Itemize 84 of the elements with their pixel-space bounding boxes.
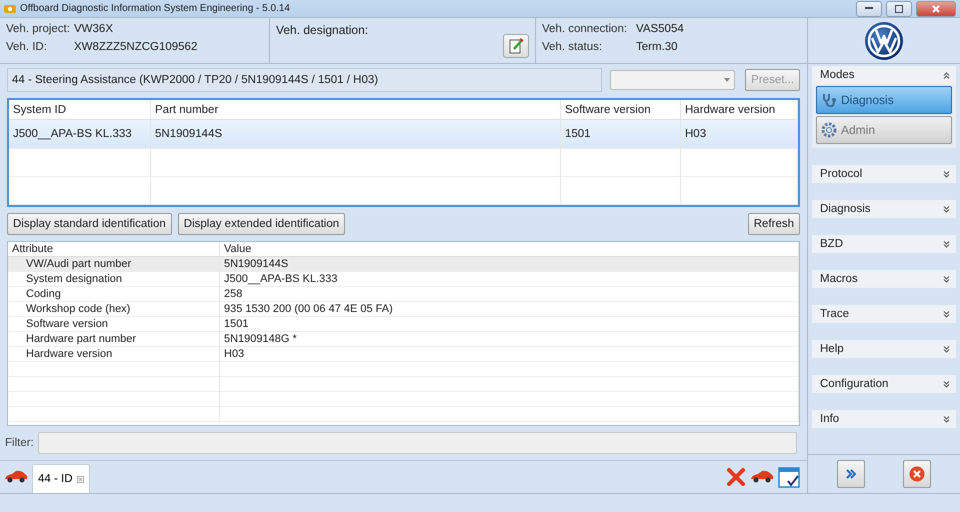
field-label: Veh. status: [542, 41, 604, 53]
delete-button[interactable] [726, 467, 746, 487]
table-cell: 5N1909144S [151, 120, 561, 149]
table-cell: H03 [681, 120, 798, 149]
column-header[interactable]: Software version [561, 100, 681, 120]
forward-button[interactable] [837, 460, 865, 488]
table-cell: Hardware version [8, 347, 220, 362]
cancel-button[interactable] [903, 460, 931, 488]
close-icon [932, 4, 940, 12]
cross-icon [726, 467, 746, 487]
car-icon [750, 470, 774, 484]
stethoscope-icon [821, 92, 837, 108]
table-cell: J500__APA-BS KL.333 [220, 272, 799, 287]
table-cell: H03 [220, 347, 799, 362]
table-cell: Coding [8, 287, 220, 302]
column-header[interactable]: Hardware version [681, 100, 798, 120]
double-chevron-icon [846, 469, 856, 479]
filter-label: Filter: [5, 437, 34, 449]
table-cell: 935 1530 200 (00 06 47 4E 05 FA) [220, 302, 799, 317]
logo [864, 20, 904, 60]
expand-icon [943, 170, 950, 178]
control-unit-title: 44 - Steering Assistance (KWP2000 / TP20 / 5N1909144S / 1501 / H03) [7, 68, 602, 92]
notepad-pen-icon [508, 38, 524, 54]
field-label: Veh. designation: [276, 23, 368, 39]
gear-icon [821, 122, 837, 138]
field-value: XW8ZZZ5NZCG109562 [74, 41, 198, 53]
tab[interactable]: 44 - ID [32, 464, 90, 493]
caret-icon [724, 78, 730, 82]
section-header[interactable]: Diagnosis [812, 200, 956, 218]
expand-icon [943, 380, 950, 388]
expand-icon [943, 310, 950, 318]
table-cell: System designation [8, 272, 220, 287]
calendar-check-icon [778, 466, 800, 488]
table-cell: 5N1909144S [220, 257, 799, 272]
field-label: Veh. project: [6, 23, 71, 35]
close-button[interactable] [916, 0, 956, 16]
column-header[interactable]: System ID [9, 100, 151, 120]
expand-icon [943, 416, 950, 422]
expand-icon [943, 346, 950, 352]
app-icon [4, 4, 16, 14]
table-cell: 1501 [220, 317, 799, 332]
minimize-button[interactable] [856, 0, 882, 16]
car-icon [4, 470, 28, 484]
display-button[interactable]: Display extended identification [178, 213, 346, 235]
edit-button[interactable] [503, 34, 529, 58]
table-cell: Workshop code (hex) [8, 302, 220, 317]
field-value: VAS5054 [636, 23, 684, 35]
calendar-button[interactable] [778, 466, 800, 488]
restore-button[interactable] [886, 0, 912, 16]
section-header[interactable]: Info [812, 410, 956, 428]
section-header[interactable]: Protocol [812, 165, 956, 183]
table-cell: 1501 [561, 120, 681, 149]
filter-field[interactable] [38, 432, 797, 454]
refresh-button[interactable]: Refresh [748, 213, 800, 235]
mode-button[interactable]: Diagnosis [816, 86, 952, 114]
section-header[interactable]: BZD [812, 235, 956, 253]
section-header[interactable]: Macros [812, 270, 956, 288]
field-value: VW36X [74, 23, 113, 35]
column-header[interactable]: Part number [151, 100, 561, 120]
table-cell: 258 [220, 287, 799, 302]
table-cell: J500__APA-BS KL.333 [9, 120, 151, 149]
car-button[interactable] [4, 470, 28, 484]
close-icon [76, 476, 84, 482]
field-label: Veh. connection: [542, 23, 628, 35]
collapse-icon [943, 72, 950, 78]
vehicle-button[interactable] [750, 470, 774, 484]
table-cell: 5N1909148G * [220, 332, 799, 347]
restore-icon [895, 4, 903, 12]
section-header[interactable]: Trace [812, 305, 956, 323]
close-icon [909, 466, 925, 482]
section-header[interactable]: Configuration [812, 375, 956, 393]
expand-icon [943, 206, 950, 212]
table-cell: Hardware part number [8, 332, 220, 347]
field-value: Term.30 [636, 41, 678, 53]
display-button[interactable]: Display standard identification [7, 213, 172, 235]
table-cell: VW/Audi part number [8, 257, 220, 272]
field-label: Veh. ID: [6, 41, 48, 53]
expand-icon [943, 276, 950, 282]
table-cell: Software version [8, 317, 220, 332]
section-header[interactable]: Help [812, 340, 956, 358]
section-header[interactable]: Modes [812, 66, 956, 84]
window-title: Offboard Diagnostic Information System Engineering - 5.0.14 [20, 3, 291, 14]
minimize-icon [865, 7, 873, 10]
expand-icon [943, 240, 950, 248]
